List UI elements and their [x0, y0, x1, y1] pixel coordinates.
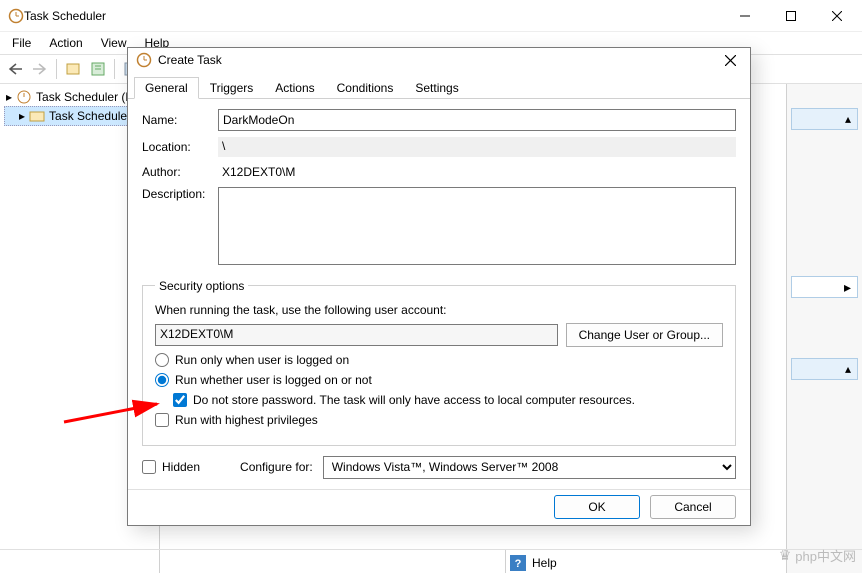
location-value: \: [218, 137, 736, 157]
tab-general[interactable]: General: [134, 77, 199, 99]
security-options-group: Security options When running the task, …: [142, 279, 736, 446]
do-not-store-checkbox[interactable]: [173, 393, 187, 407]
collapse-header-3[interactable]: ▴: [791, 358, 858, 380]
name-input[interactable]: [218, 109, 736, 131]
forward-button[interactable]: [29, 58, 51, 80]
hidden-checkbox[interactable]: [142, 460, 156, 474]
author-label: Author:: [142, 165, 218, 179]
svg-text:?: ?: [515, 558, 522, 570]
ok-button[interactable]: OK: [554, 495, 640, 519]
highest-priv-checkbox[interactable]: [155, 413, 169, 427]
chevron-right-icon: ▸: [19, 109, 25, 123]
help-label: Help: [532, 556, 557, 570]
run-logged-on-option[interactable]: Run only when user is logged on: [155, 353, 723, 367]
minimize-button[interactable]: [722, 1, 768, 31]
actions-pane: ▴ ▸ ▴: [786, 84, 862, 573]
hidden-option[interactable]: Hidden: [142, 460, 200, 474]
run-logged-on-label: Run only when user is logged on: [175, 353, 349, 367]
tree-child-label: Task Schedule: [49, 109, 127, 123]
do-not-store-option[interactable]: Do not store password. The task will onl…: [173, 393, 723, 407]
chevron-up-icon: ▴: [845, 362, 851, 376]
app-icon: [8, 8, 24, 24]
highest-priv-label: Run with highest privileges: [175, 413, 318, 427]
help-icon: ?: [510, 555, 526, 571]
do-not-store-label: Do not store password. The task will onl…: [193, 393, 635, 407]
help-link[interactable]: ? Help: [510, 555, 557, 571]
tab-settings[interactable]: Settings: [404, 77, 469, 99]
dialog-close-button[interactable]: [716, 49, 744, 71]
name-label: Name:: [142, 113, 218, 127]
app-title: Task Scheduler: [24, 9, 722, 23]
description-label: Description:: [142, 187, 218, 201]
watermark: ♛ php中文网: [779, 546, 856, 565]
configure-for-select[interactable]: Windows Vista™, Windows Server™ 2008: [323, 456, 736, 479]
description-input[interactable]: [218, 187, 736, 265]
security-legend: Security options: [155, 279, 248, 293]
watermark-icon: ♛: [779, 547, 792, 564]
back-button[interactable]: [4, 58, 26, 80]
maximize-button[interactable]: [768, 1, 814, 31]
tab-triggers[interactable]: Triggers: [199, 77, 265, 99]
highest-priv-option[interactable]: Run with highest privileges: [155, 413, 723, 427]
change-user-button[interactable]: Change User or Group...: [566, 323, 723, 347]
menu-file[interactable]: File: [4, 34, 39, 52]
dialog-titlebar: Create Task: [128, 48, 750, 73]
collapse-header-2[interactable]: ▸: [791, 276, 858, 298]
run-whether-radio[interactable]: [155, 373, 169, 387]
tree-root-label: Task Scheduler (L: [36, 90, 132, 104]
when-running-label: When running the task, use the following…: [155, 303, 723, 317]
chevron-right-icon: ▸: [6, 90, 12, 104]
close-button[interactable]: [814, 1, 860, 31]
chevron-right-icon: ▸: [844, 279, 851, 296]
configure-for-label: Configure for:: [240, 460, 313, 474]
menu-action[interactable]: Action: [41, 34, 90, 52]
cancel-button[interactable]: Cancel: [650, 495, 736, 519]
clock-icon: [136, 52, 152, 68]
user-account-field: X12DEXT0\M: [155, 324, 558, 346]
author-value: X12DEXT0\M: [218, 163, 736, 181]
watermark-text: php中文网: [795, 546, 856, 565]
tab-actions[interactable]: Actions: [264, 77, 325, 99]
dialog-title: Create Task: [158, 53, 716, 67]
location-label: Location:: [142, 140, 218, 154]
clock-icon: [16, 89, 32, 105]
create-task-dialog: Create Task General Triggers Actions Con…: [127, 47, 751, 526]
run-logged-on-radio[interactable]: [155, 353, 169, 367]
tab-strip: General Triggers Actions Conditions Sett…: [128, 77, 750, 99]
main-titlebar: Task Scheduler: [0, 0, 862, 32]
toolbar-icon-1[interactable]: [62, 58, 84, 80]
tab-conditions[interactable]: Conditions: [326, 77, 405, 99]
chevron-up-icon: ▴: [845, 112, 851, 126]
statusbar: [0, 549, 862, 573]
toolbar-icon-2[interactable]: [87, 58, 109, 80]
collapse-header-1[interactable]: ▴: [791, 108, 858, 130]
folder-icon: [29, 108, 45, 124]
run-whether-option[interactable]: Run whether user is logged on or not: [155, 373, 723, 387]
run-whether-label: Run whether user is logged on or not: [175, 373, 372, 387]
hidden-label: Hidden: [162, 460, 200, 474]
